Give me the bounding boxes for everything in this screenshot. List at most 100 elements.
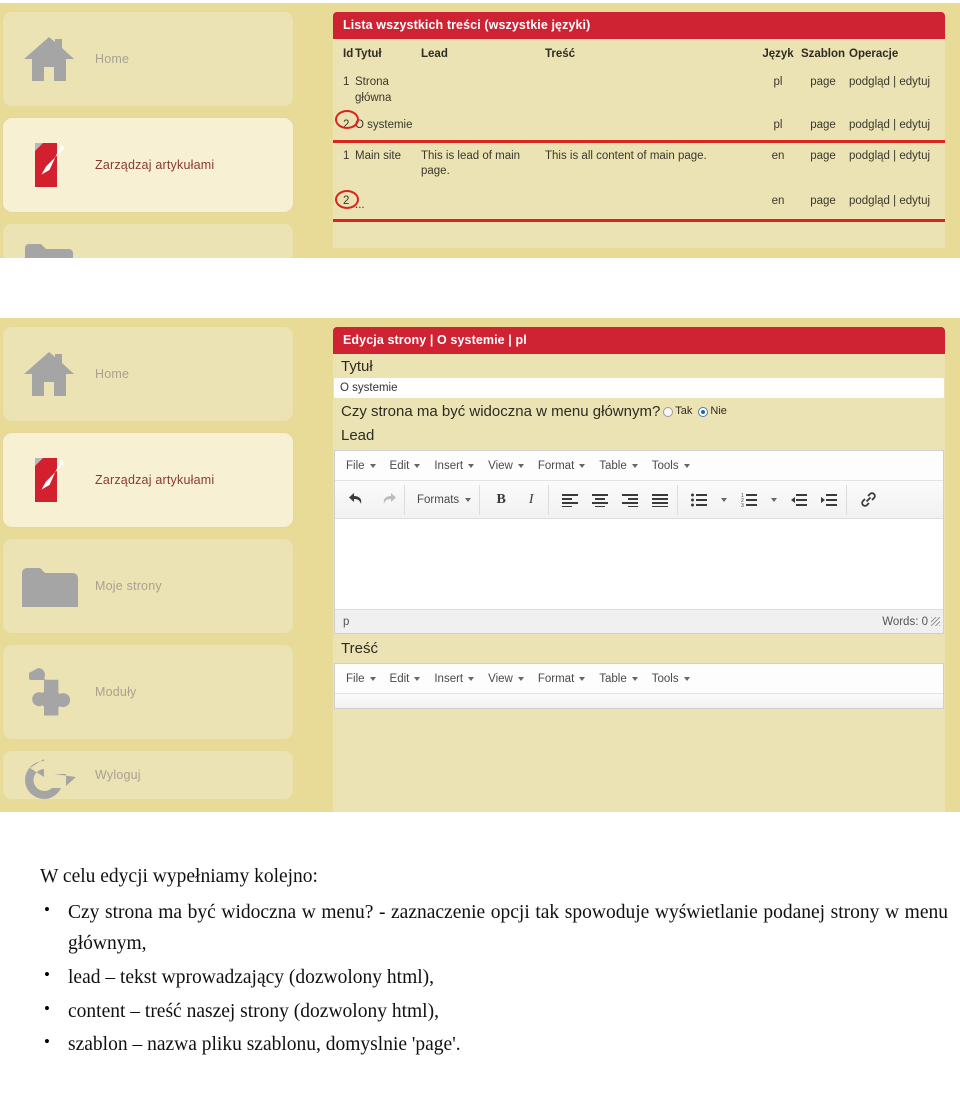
screenshot-cms-article-list: Home Zarządzaj artykułami Lista wszystki… <box>0 3 960 258</box>
align-justify-icon[interactable] <box>645 486 675 514</box>
link-podglad[interactable]: podgląd <box>849 119 890 131</box>
cell-jezyk: en <box>771 149 785 162</box>
column-header-operacje: Operacje <box>849 48 899 60</box>
radio-tak[interactable] <box>663 407 674 417</box>
link-edytuj[interactable]: edytuj <box>899 195 930 207</box>
sidebar-item-label: Moje strony <box>95 579 162 593</box>
undo-icon[interactable] <box>342 486 372 514</box>
title-input[interactable] <box>334 378 944 398</box>
resize-handle[interactable] <box>931 617 940 626</box>
link-podglad[interactable]: podgląd <box>849 195 890 207</box>
indent-icon[interactable] <box>814 486 844 514</box>
menu-table[interactable]: Table <box>592 456 645 476</box>
numbered-list-icon[interactable]: 123 <box>734 486 764 514</box>
document-pencil-icon <box>3 433 95 527</box>
annotation-underline-row <box>333 219 945 223</box>
chevron-down-icon <box>468 463 475 468</box>
formats-dropdown[interactable]: Formats <box>411 486 477 514</box>
content-panel-page-edit: Edycja strony | O systemie | pl Tytuł Cz… <box>333 327 945 812</box>
folder-icon <box>3 539 95 633</box>
sidebar-item-modules[interactable]: Moduły <box>3 645 293 739</box>
bold-label: B <box>496 491 506 507</box>
chevron-down-icon <box>517 676 524 681</box>
menu-tools[interactable]: Tools <box>645 456 697 476</box>
link-edytuj[interactable]: edytuj <box>899 76 930 88</box>
bold-icon[interactable]: B <box>486 486 516 514</box>
menu-file[interactable]: File <box>339 669 383 689</box>
column-header-tresc: Treść <box>545 48 576 60</box>
menu-insert-label: Insert <box>434 672 464 685</box>
sidebar-item-logout[interactable]: Wyloguj <box>3 751 293 799</box>
link-edytuj[interactable]: edytuj <box>899 150 930 162</box>
sidebar-two: Home Zarządzaj artykułami Moje strony Mo… <box>3 327 293 811</box>
chevron-down-icon <box>369 676 376 681</box>
chevron-down-icon <box>579 463 586 468</box>
menu-format[interactable]: Format <box>531 456 592 476</box>
radio-nie[interactable] <box>698 407 709 417</box>
column-header-jezyk: Język <box>762 48 794 60</box>
table-row[interactable]: 1 Main site This is lead of main page. T… <box>333 143 945 186</box>
annotation-ellipse-id <box>335 110 359 130</box>
menu-table-label: Table <box>599 459 627 472</box>
lead-editor-body[interactable] <box>335 519 943 609</box>
cell-tytul: O systemie <box>355 119 413 132</box>
align-right-icon[interactable] <box>615 486 645 514</box>
link-edytuj[interactable]: edytuj <box>899 119 930 131</box>
chevron-down-icon <box>683 463 690 468</box>
cell-szablon: page <box>810 149 836 162</box>
link-icon[interactable] <box>853 486 883 514</box>
label-visibility-question: Czy strona ma być widoczna w menu główny… <box>341 403 661 420</box>
radio-group-visibility: Tak Nie <box>663 405 731 417</box>
folder-icon <box>3 224 95 258</box>
menu-view[interactable]: View <box>481 456 531 476</box>
menu-edit[interactable]: Edit <box>383 456 428 476</box>
menu-edit[interactable]: Edit <box>383 669 428 689</box>
menu-view[interactable]: View <box>481 669 531 689</box>
panel-header-title: Lista wszystkich treści (wszystkie język… <box>333 12 945 39</box>
house-icon <box>3 12 95 106</box>
chevron-down-icon <box>414 463 421 468</box>
bullet-list-icon[interactable] <box>684 486 714 514</box>
menu-insert[interactable]: Insert <box>427 669 481 689</box>
sidebar-item-home[interactable]: Home <box>3 327 293 421</box>
link-podglad[interactable]: podgląd <box>849 150 890 162</box>
menu-tools[interactable]: Tools <box>645 669 697 689</box>
outdent-icon[interactable] <box>784 486 814 514</box>
table-row[interactable]: 1 Strona główna pl page podgląd | edytuj <box>333 69 945 112</box>
menu-file[interactable]: File <box>339 456 383 476</box>
document-text-block: W celu edycji wypełniamy kolejno: Czy st… <box>0 862 960 1064</box>
column-header-tytul: Tytuł <box>355 48 382 60</box>
table-header-row: Id Tytuł Lead Treść Język Szablon Operac… <box>333 39 945 69</box>
chevron-down-icon <box>721 497 728 502</box>
align-center-icon[interactable] <box>585 486 615 514</box>
menu-format[interactable]: Format <box>531 669 592 689</box>
italic-icon[interactable]: I <box>516 486 546 514</box>
sidebar-item-manage-articles[interactable]: Zarządzaj artykułami <box>3 118 293 212</box>
menu-tools-label: Tools <box>651 459 679 472</box>
list-item: content – treść naszej strony (dozwolony… <box>0 996 960 1028</box>
sidebar-item-my-pages[interactable]: Moje strony <box>3 539 293 633</box>
bullet-list-dropdown[interactable] <box>714 486 734 514</box>
align-left-icon[interactable] <box>555 486 585 514</box>
sidebar-item-manage-articles[interactable]: Zarządzaj artykułami <box>3 433 293 527</box>
link-podglad[interactable]: podgląd <box>849 76 890 88</box>
annotation-underline <box>333 219 945 223</box>
logout-arrow-icon <box>3 751 95 799</box>
sidebar-item-home[interactable]: Home <box>3 12 293 106</box>
document-intro: W celu edycji wypełniamy kolejno: <box>40 866 318 887</box>
sidebar-item-label: Zarządzaj artykułami <box>95 473 215 487</box>
menu-table[interactable]: Table <box>592 669 645 689</box>
table-row[interactable]: 2 ... en page podgląd | edytuj <box>333 186 945 220</box>
table-row[interactable]: 2 O systemie pl page podgląd | edytuj <box>333 110 945 140</box>
cell-operacje: podgląd | edytuj <box>849 186 945 220</box>
cell-operacje: podgląd | edytuj <box>849 112 945 140</box>
cell-szablon: page <box>810 119 836 132</box>
menu-insert[interactable]: Insert <box>427 456 481 476</box>
chevron-down-icon <box>414 676 421 681</box>
numbered-list-dropdown[interactable] <box>764 486 784 514</box>
label-tytul: Tytuł <box>341 358 373 375</box>
toolbar-group-lists: 123 <box>682 484 848 515</box>
sidebar-item-my-pages[interactable] <box>3 224 293 258</box>
cell-lead <box>421 186 545 220</box>
toolbar-group-link <box>851 485 885 515</box>
